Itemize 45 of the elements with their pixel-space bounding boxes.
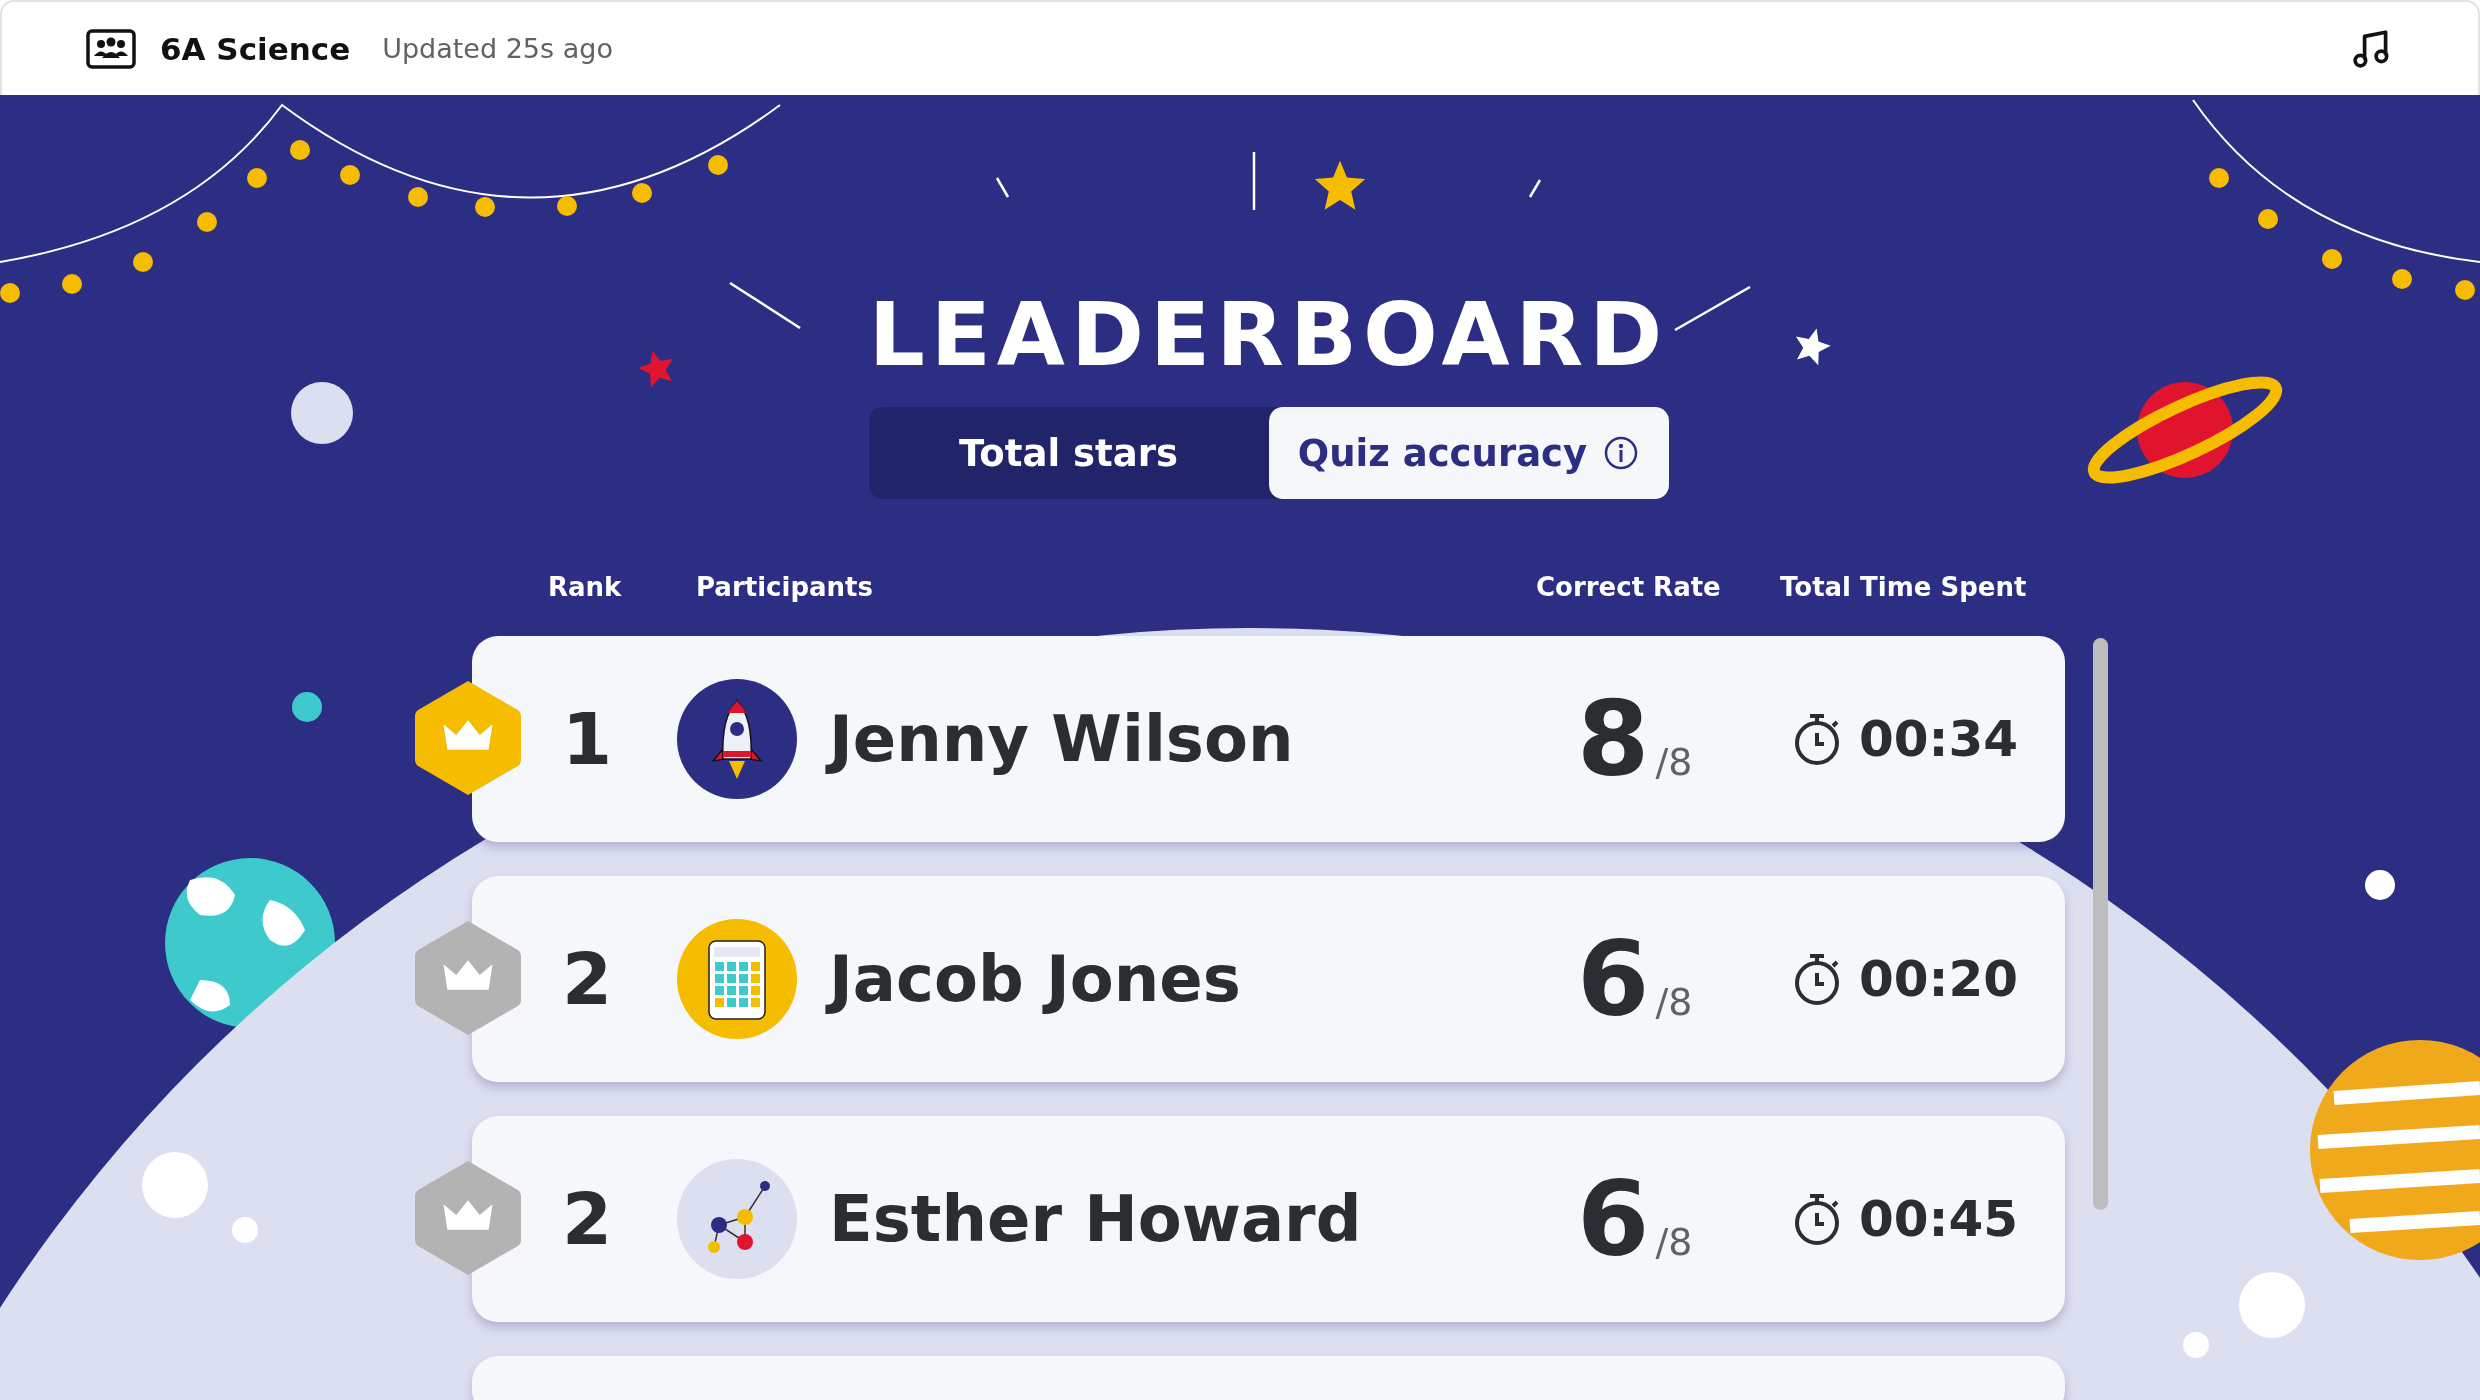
rank-number: 2 (562, 937, 614, 1021)
time-spent: 00:20 (1859, 950, 2019, 1008)
updated-time: Updated 25s ago (382, 33, 613, 64)
leaderboard-title: LEADERBOARD (868, 282, 1669, 388)
correct-count: 6 (1577, 1167, 1650, 1271)
rocket-avatar-icon (677, 679, 797, 799)
question-total: /8 (1655, 740, 1693, 784)
star-icon (1795, 328, 1831, 366)
participant-name: Esther Howard (829, 1182, 1363, 1256)
sparkle-line (995, 177, 1010, 198)
column-header: Total Time Spent (1780, 572, 2028, 602)
star-icon (1314, 160, 1366, 210)
dot-drawing (292, 692, 322, 722)
sparkle-line (1528, 179, 1542, 198)
bubble-drawing (142, 1152, 208, 1218)
bubble-drawing (2183, 1332, 2209, 1358)
column-header: Participants (696, 572, 874, 602)
correct-count: 8 (1577, 687, 1650, 791)
correct-count: 6 (1577, 927, 1650, 1031)
sparkle-line (729, 281, 801, 330)
bubble-drawing (2239, 1272, 2305, 1338)
tab[interactable]: Total stars (868, 407, 1269, 499)
tab[interactable]: Quiz accuracy (1268, 407, 1669, 499)
calculator-avatar-icon (677, 919, 797, 1039)
stopwatch-icon (1793, 711, 1841, 767)
scrollbar[interactable] (2093, 638, 2108, 1210)
dot-drawing (291, 382, 353, 444)
class-group-icon (86, 28, 136, 69)
info-icon[interactable] (1603, 435, 1640, 471)
stopwatch-icon (1793, 951, 1841, 1007)
dot-drawing (2365, 870, 2395, 900)
sparkle-line (1252, 152, 1256, 210)
column-header: Rank (548, 572, 623, 602)
stopwatch-icon (1793, 1191, 1841, 1247)
rank-number: 1 (562, 697, 614, 781)
rank-number: 2 (562, 1177, 614, 1261)
time-spent: 00:45 (1859, 1190, 2019, 1248)
network-avatar-icon (677, 1159, 797, 1279)
time-spent: 00:34 (1859, 710, 2019, 768)
column-header: Correct Rate (1536, 572, 1722, 602)
question-total: /8 (1655, 1220, 1693, 1264)
bubble-drawing (232, 1217, 258, 1243)
class-name: 6A Science (160, 30, 351, 67)
question-total: /8 (1655, 980, 1693, 1024)
star-icon (638, 350, 674, 388)
